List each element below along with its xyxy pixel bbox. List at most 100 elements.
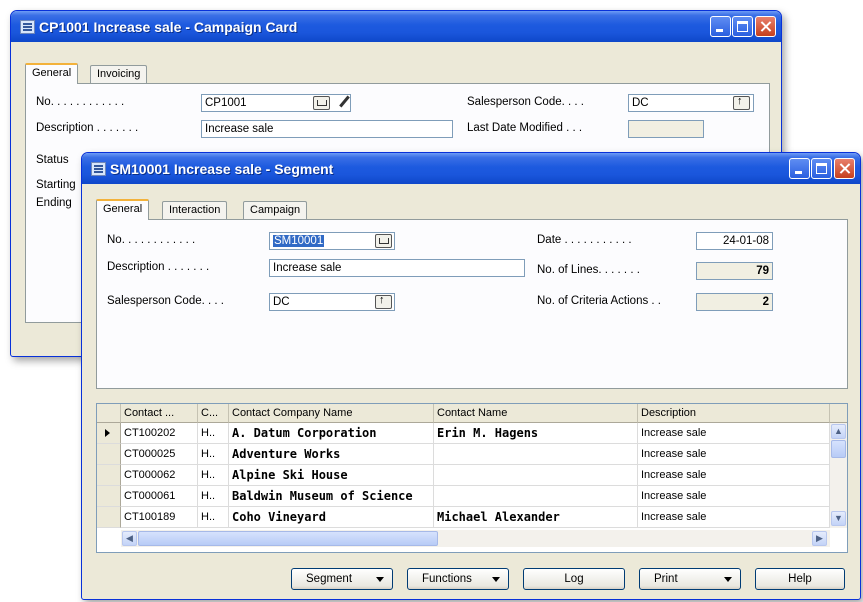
segment-criteria-label: No. of Criteria Actions . .: [537, 295, 661, 307]
cell-contact-name[interactable]: Erin M. Hagens: [434, 423, 638, 444]
row-selector[interactable]: [97, 507, 121, 528]
cell-description[interactable]: Increase sale: [638, 486, 830, 507]
maximize-icon[interactable]: [732, 16, 753, 37]
cell-contact-name[interactable]: [434, 465, 638, 486]
tab-invoicing[interactable]: Invoicing: [90, 65, 148, 83]
segment-lines-field: 79: [696, 262, 773, 280]
table-row[interactable]: CT100202 H.. A. Datum Corporation Erin M…: [97, 423, 830, 444]
segment-description-field[interactable]: Increase sale: [269, 259, 525, 277]
cell-contact-no[interactable]: CT100189: [121, 507, 198, 528]
cell-contact-name[interactable]: Michael Alexander: [434, 507, 638, 528]
cell-contact-no[interactable]: CT100202: [121, 423, 198, 444]
horizontal-scroll-thumb[interactable]: [138, 531, 438, 546]
help-button-label: Help: [788, 573, 812, 585]
row-selector[interactable]: [97, 486, 121, 507]
segment-menu-button[interactable]: Segment: [291, 568, 393, 590]
close-icon[interactable]: [755, 16, 776, 37]
campaign-description-field[interactable]: Increase sale: [201, 120, 453, 138]
campaign-starting-label: Starting: [36, 179, 76, 191]
cell-contact-name[interactable]: [434, 486, 638, 507]
segment-window: SM10001 Increase sale - Segment General …: [81, 152, 861, 600]
cell-contact-name[interactable]: [434, 444, 638, 465]
scroll-left-icon[interactable]: ◀: [122, 531, 137, 546]
campaign-last-modified-label: Last Date Modified . . .: [467, 122, 583, 134]
maximize-icon[interactable]: [811, 158, 832, 179]
pencil-icon[interactable]: [337, 95, 351, 109]
campaign-salesperson-lookup-icon[interactable]: [733, 95, 750, 110]
scroll-down-icon[interactable]: ▼: [831, 511, 846, 526]
cell-description[interactable]: Increase sale: [638, 507, 830, 528]
cell-company-name[interactable]: A. Datum Corporation: [229, 423, 434, 444]
close-icon[interactable]: [834, 158, 855, 179]
segment-title-bar[interactable]: SM10001 Increase sale - Segment: [82, 153, 860, 184]
table-row[interactable]: CT000025 H.. Adventure Works Increase sa…: [97, 444, 830, 465]
column-header-contact-no[interactable]: Contact ...: [121, 404, 198, 423]
log-button-label: Log: [564, 573, 584, 585]
table-row[interactable]: CT000061 H.. Baldwin Museum of Science I…: [97, 486, 830, 507]
segment-salesperson-lookup-icon[interactable]: [375, 294, 392, 309]
row-selector[interactable]: [97, 465, 121, 486]
segment-window-title: SM10001 Increase sale - Segment: [110, 161, 334, 177]
cell-company-name[interactable]: Adventure Works: [229, 444, 434, 465]
minimize-icon[interactable]: [710, 16, 731, 37]
table-row[interactable]: CT000062 H.. Alpine Ski House Increase s…: [97, 465, 830, 486]
column-header-contact-name[interactable]: Contact Name: [434, 404, 638, 423]
cell-c[interactable]: H..: [198, 465, 229, 486]
row-selector[interactable]: [97, 444, 121, 465]
segment-date-field[interactable]: 24-01-08: [696, 232, 773, 250]
segment-date-label: Date . . . . . . . . . . .: [537, 234, 632, 246]
segment-salesperson-label: Salesperson Code. . . .: [107, 295, 224, 307]
campaign-window-title: CP1001 Increase sale - Campaign Card: [39, 19, 298, 35]
print-menu-button[interactable]: Print: [639, 568, 741, 590]
cell-c[interactable]: H..: [198, 423, 229, 444]
help-button[interactable]: Help: [755, 568, 845, 590]
campaign-title-bar[interactable]: CP1001 Increase sale - Campaign Card: [11, 11, 781, 42]
print-button-label: Print: [654, 573, 678, 585]
grid-selector-header: [97, 404, 121, 423]
cell-c[interactable]: H..: [198, 507, 229, 528]
cell-contact-no[interactable]: CT000025: [121, 444, 198, 465]
vertical-scroll-thumb[interactable]: [831, 440, 846, 458]
column-header-company-name[interactable]: Contact Company Name: [229, 404, 434, 423]
cell-description[interactable]: Increase sale: [638, 465, 830, 486]
row-pointer-icon[interactable]: [97, 423, 121, 444]
grid-header-corner: [830, 404, 847, 423]
segment-lines-label: No. of Lines. . . . . . .: [537, 264, 640, 276]
tab-general[interactable]: General: [96, 199, 150, 220]
cell-description[interactable]: Increase sale: [638, 423, 830, 444]
cell-c[interactable]: H..: [198, 444, 229, 465]
scroll-right-icon[interactable]: ▶: [812, 531, 827, 546]
tab-campaign[interactable]: Campaign: [243, 201, 308, 219]
segment-lines-grid: Contact ... C... Contact Company Name Co…: [96, 403, 848, 553]
window-icon: [20, 20, 35, 34]
minimize-icon[interactable]: [789, 158, 810, 179]
dropdown-arrow-icon: [492, 577, 500, 582]
scroll-up-icon[interactable]: ▲: [831, 424, 846, 439]
segment-no-value: SM10001: [273, 235, 325, 247]
column-header-c[interactable]: C...: [198, 404, 229, 423]
cell-c[interactable]: H..: [198, 486, 229, 507]
campaign-no-label: No. . . . . . . . . . . .: [36, 96, 125, 108]
column-header-description[interactable]: Description: [638, 404, 830, 423]
lookup-icon[interactable]: [313, 96, 330, 110]
tab-interaction[interactable]: Interaction: [162, 201, 228, 219]
lookup-icon[interactable]: [375, 234, 392, 248]
cell-company-name[interactable]: Baldwin Museum of Science: [229, 486, 434, 507]
campaign-tabs: General Invoicing: [25, 63, 325, 84]
cell-description[interactable]: Increase sale: [638, 444, 830, 465]
segment-button-label: Segment: [306, 573, 353, 585]
log-button[interactable]: Log: [523, 568, 625, 590]
tab-general[interactable]: General: [25, 63, 79, 84]
cell-contact-no[interactable]: CT000061: [121, 486, 198, 507]
cell-company-name[interactable]: Alpine Ski House: [229, 465, 434, 486]
functions-menu-button[interactable]: Functions: [407, 568, 509, 590]
segment-no-label: No. . . . . . . . . . . .: [107, 234, 196, 246]
campaign-salesperson-label: Salesperson Code. . . .: [467, 96, 584, 108]
cell-contact-no[interactable]: CT000062: [121, 465, 198, 486]
cell-company-name[interactable]: Coho Vineyard: [229, 507, 434, 528]
grid-horizontal-scrollbar[interactable]: ◀ ▶: [121, 530, 830, 547]
table-row[interactable]: CT100189 H.. Coho Vineyard Michael Alexa…: [97, 507, 830, 528]
grid-vertical-scrollbar[interactable]: ▲ ▼: [830, 423, 847, 528]
campaign-ending-label: Ending: [36, 197, 72, 209]
segment-general-panel: No. . . . . . . . . . . . SM10001 Descri…: [96, 219, 848, 389]
